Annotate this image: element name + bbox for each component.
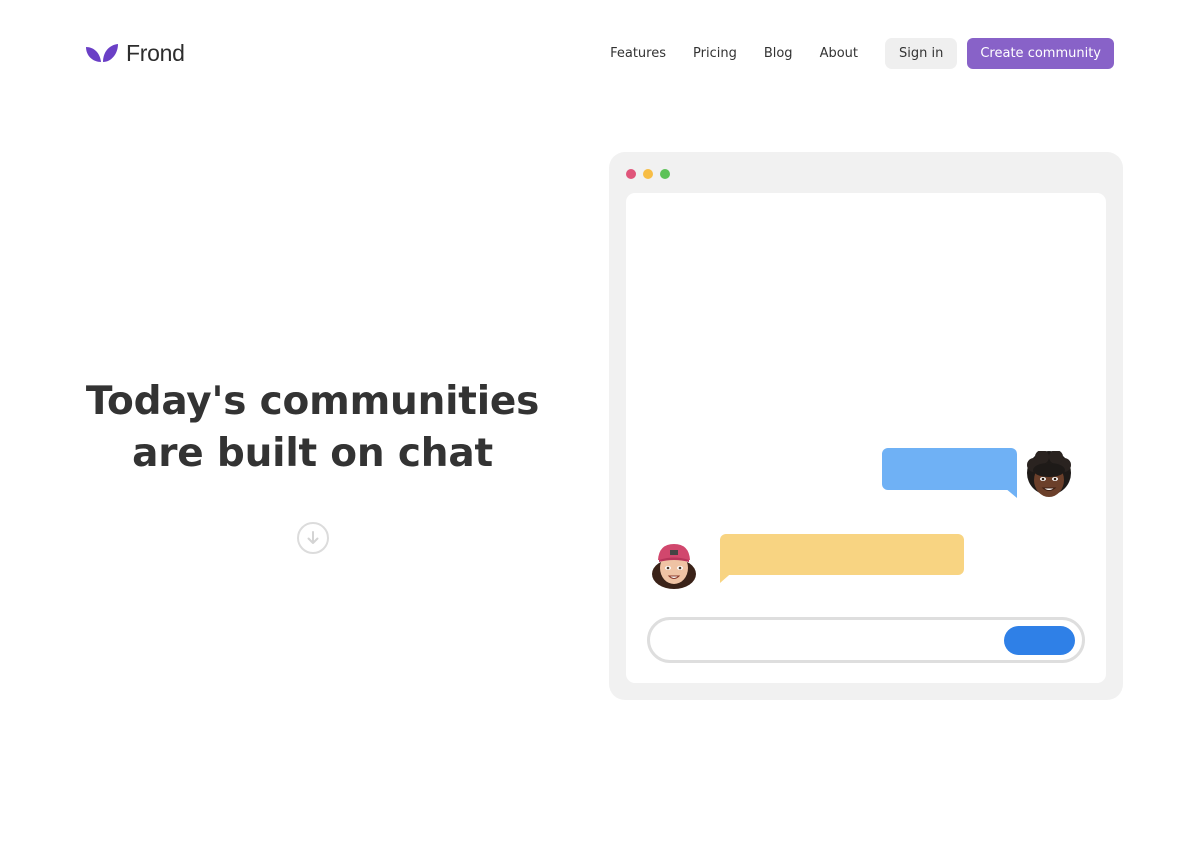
chat-bubble-incoming xyxy=(720,534,964,575)
nav-link-about[interactable]: About xyxy=(820,38,858,69)
window-maximize-dot xyxy=(660,169,670,179)
brand-name: Frond xyxy=(126,40,185,66)
nav-link-blog[interactable]: Blog xyxy=(764,38,793,69)
chat-bubble-tail xyxy=(720,569,736,583)
main-nav: Features Pricing Blog About Sign in Crea… xyxy=(610,38,1114,69)
hero-title-line-1: Today's communities xyxy=(85,379,540,424)
logo[interactable]: Frond xyxy=(85,40,185,66)
memoji-boy-avatar xyxy=(1027,451,1071,497)
message-input[interactable] xyxy=(647,617,1085,663)
nav-link-features[interactable]: Features xyxy=(610,38,666,69)
scroll-down-button[interactable] xyxy=(297,522,329,554)
arrow-down-icon xyxy=(307,531,319,544)
hero-title-line-2: are built on chat xyxy=(132,431,493,476)
nav-link-pricing[interactable]: Pricing xyxy=(693,38,737,69)
chat-bubble-outgoing xyxy=(882,448,1017,490)
leaf-icon xyxy=(86,44,118,62)
window-minimize-dot xyxy=(643,169,653,179)
memoji-girl-avatar xyxy=(652,544,696,589)
create-community-button[interactable]: Create community xyxy=(967,38,1114,69)
window-close-dot xyxy=(626,169,636,179)
chat-window xyxy=(626,193,1106,683)
hero-title: Today's communities are built on chat xyxy=(60,376,565,480)
send-button[interactable] xyxy=(1004,626,1075,655)
sign-in-button[interactable]: Sign in xyxy=(885,38,958,69)
chat-bubble-tail xyxy=(999,483,1017,498)
chat-app-mockup xyxy=(609,152,1123,700)
